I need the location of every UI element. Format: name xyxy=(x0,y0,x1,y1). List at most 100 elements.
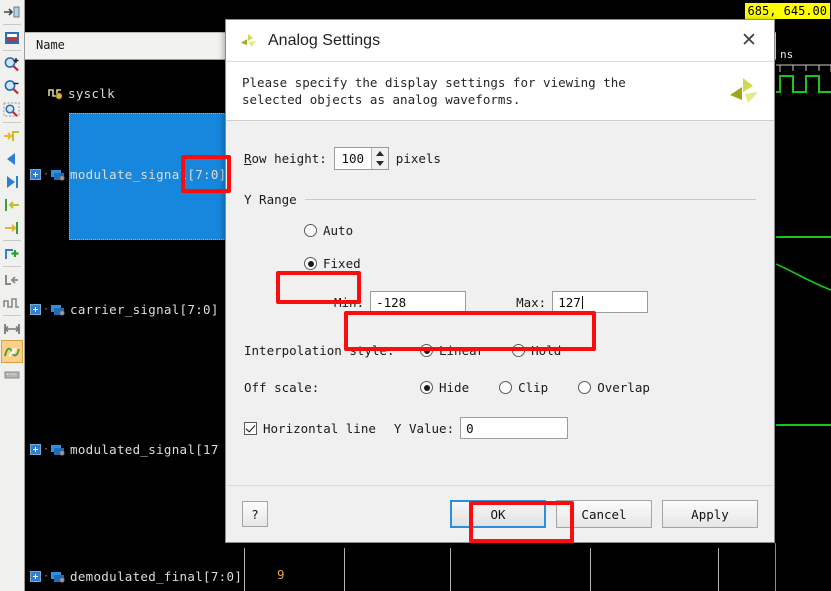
row-height-stepper[interactable]: 100 xyxy=(334,147,389,170)
go-to-end-icon[interactable] xyxy=(1,0,23,23)
tree-connector-icon: ·· xyxy=(43,169,50,180)
cancel-button[interactable]: Cancel xyxy=(556,500,652,528)
interpolation-style-row: Interpolation style: Linear Hold xyxy=(244,343,756,358)
add-marker-left-icon[interactable] xyxy=(1,193,23,216)
y-range-label: Y Range xyxy=(244,192,297,207)
signal-row-demodulated-final[interactable]: ·· demodulated_final[7:0] xyxy=(30,567,242,585)
close-icon[interactable]: ✕ xyxy=(734,27,764,55)
waveform-viewer-window: 685, 645.00 Name sysclk ·· xyxy=(0,0,831,591)
y-range-group-title: Y Range xyxy=(244,192,756,207)
radix-icon[interactable] xyxy=(1,363,23,386)
row-height-unit-label: pixels xyxy=(396,151,441,166)
previous-edge-icon[interactable] xyxy=(1,268,23,291)
help-button[interactable]: ? xyxy=(242,501,268,527)
dialog-body: RRow height:ow height: 100 pixels Y Rang… xyxy=(226,121,774,485)
signal-name-label: sysclk xyxy=(68,86,115,101)
goto-first-edge-icon[interactable] xyxy=(1,124,23,147)
signal-row-modulate-signal[interactable]: ·· modulate_signal[7:0] xyxy=(30,165,227,183)
row-height-label: RRow height:ow height: xyxy=(244,151,327,166)
off-scale-clip-label: Clip xyxy=(518,380,548,395)
column-separator xyxy=(590,548,591,591)
next-transition-icon[interactable] xyxy=(1,170,23,193)
spinner-down-icon[interactable] xyxy=(372,159,388,170)
signal-row-carrier-signal[interactable]: ·· carrier_signal[7:0] xyxy=(30,300,219,318)
measure-icon[interactable] xyxy=(1,317,23,340)
signal-row-modulated-signal[interactable]: ·· modulated_signal[17 xyxy=(30,440,219,458)
auto-radio-button[interactable] xyxy=(304,224,317,237)
column-separator xyxy=(718,548,719,591)
row-height-spin-buttons[interactable] xyxy=(371,148,388,169)
previous-transition-icon[interactable] xyxy=(1,147,23,170)
signal-row-sysclk[interactable]: sysclk xyxy=(48,84,115,102)
column-separator xyxy=(450,548,451,591)
add-divider-icon[interactable] xyxy=(1,242,23,265)
bus-signal-icon xyxy=(50,443,66,456)
bus-signal-icon xyxy=(50,570,66,583)
tree-connector-icon: ·· xyxy=(43,444,50,455)
zoom-in-icon[interactable] xyxy=(1,52,23,75)
bus-signal-icon xyxy=(50,168,66,181)
dialog-titlebar[interactable]: Analog Settings ✕ xyxy=(226,20,774,61)
vivado-banner-logo-icon xyxy=(726,73,762,109)
spinner-up-icon[interactable] xyxy=(372,148,388,159)
fixed-radio-button[interactable] xyxy=(304,257,317,270)
expand-plus-icon[interactable] xyxy=(30,444,41,455)
vivado-logo-icon xyxy=(238,30,260,52)
expand-plus-icon[interactable] xyxy=(30,571,41,582)
fixed-radio-row[interactable]: Fixed xyxy=(304,256,756,271)
min-input[interactable]: -128 xyxy=(370,291,466,313)
off-scale-label: Off scale: xyxy=(244,380,420,395)
tree-connector-icon: ·· xyxy=(43,304,50,315)
tree-connector-icon: ·· xyxy=(43,571,50,582)
interpolation-hold-radio[interactable] xyxy=(512,344,525,357)
toolbar-separator xyxy=(3,24,21,25)
toolbar-separator xyxy=(3,240,21,241)
dialog-title: Analog Settings xyxy=(268,32,734,50)
expand-plus-icon[interactable] xyxy=(30,169,41,180)
apply-button[interactable]: Apply xyxy=(662,500,758,528)
off-scale-clip-radio[interactable] xyxy=(499,381,512,394)
svg-text:ns: ns xyxy=(780,48,793,61)
column-separator xyxy=(344,548,345,591)
next-marker-icon[interactable] xyxy=(1,216,23,239)
toolbar-separator xyxy=(3,315,21,316)
signal-name-label: carrier_signal[7:0] xyxy=(70,302,219,317)
toolbar-separator xyxy=(3,266,21,267)
digital-waveform-icon[interactable] xyxy=(1,291,23,314)
toolbar-separator xyxy=(3,122,21,123)
horizontal-line-checkbox[interactable] xyxy=(244,422,257,435)
dialog-footer: ? OK Cancel Apply xyxy=(226,485,774,542)
left-toolbar xyxy=(0,0,25,591)
dialog-banner: Please specify the display settings for … xyxy=(226,61,774,121)
off-scale-hide-label: Hide xyxy=(439,380,469,395)
off-scale-hide-radio[interactable] xyxy=(420,381,433,394)
analog-settings-icon[interactable] xyxy=(1,340,23,363)
auto-radio-row[interactable]: Auto xyxy=(304,223,756,238)
zoom-fit-icon[interactable] xyxy=(1,98,23,121)
group-divider xyxy=(305,199,756,200)
interpolation-linear-label: Linear xyxy=(439,343,484,358)
zoom-out-icon[interactable] xyxy=(1,75,23,98)
y-value-input[interactable]: 0 xyxy=(460,417,568,439)
dialog-instruction-text: Please specify the display settings for … xyxy=(242,74,726,108)
signal-value-demodulated-final: 9 xyxy=(277,567,285,582)
y-value-label: Y Value: xyxy=(394,421,454,436)
min-label: Min: xyxy=(334,295,364,310)
name-column-header: Name xyxy=(36,38,65,52)
max-input-value: 127 xyxy=(558,295,581,310)
bus-signal-icon xyxy=(50,303,66,316)
row-height-row: RRow height:ow height: 100 pixels xyxy=(244,147,756,170)
interpolation-linear-radio[interactable] xyxy=(420,344,433,357)
waveform-plot-region: ns xyxy=(776,32,831,591)
save-waveform-icon[interactable] xyxy=(1,26,23,49)
clock-signal-icon xyxy=(48,87,64,100)
off-scale-overlap-label: Overlap xyxy=(597,380,650,395)
signal-name-label: modulate_signal[7:0] xyxy=(70,167,227,182)
ok-button[interactable]: OK xyxy=(450,500,546,528)
expand-plus-icon[interactable] xyxy=(30,304,41,315)
column-separator xyxy=(244,548,245,591)
max-input[interactable]: 127 xyxy=(552,291,648,313)
min-max-row: Min: -128 Max: 127 xyxy=(334,291,756,313)
off-scale-overlap-radio[interactable] xyxy=(578,381,591,394)
row-height-value[interactable]: 100 xyxy=(335,148,371,169)
